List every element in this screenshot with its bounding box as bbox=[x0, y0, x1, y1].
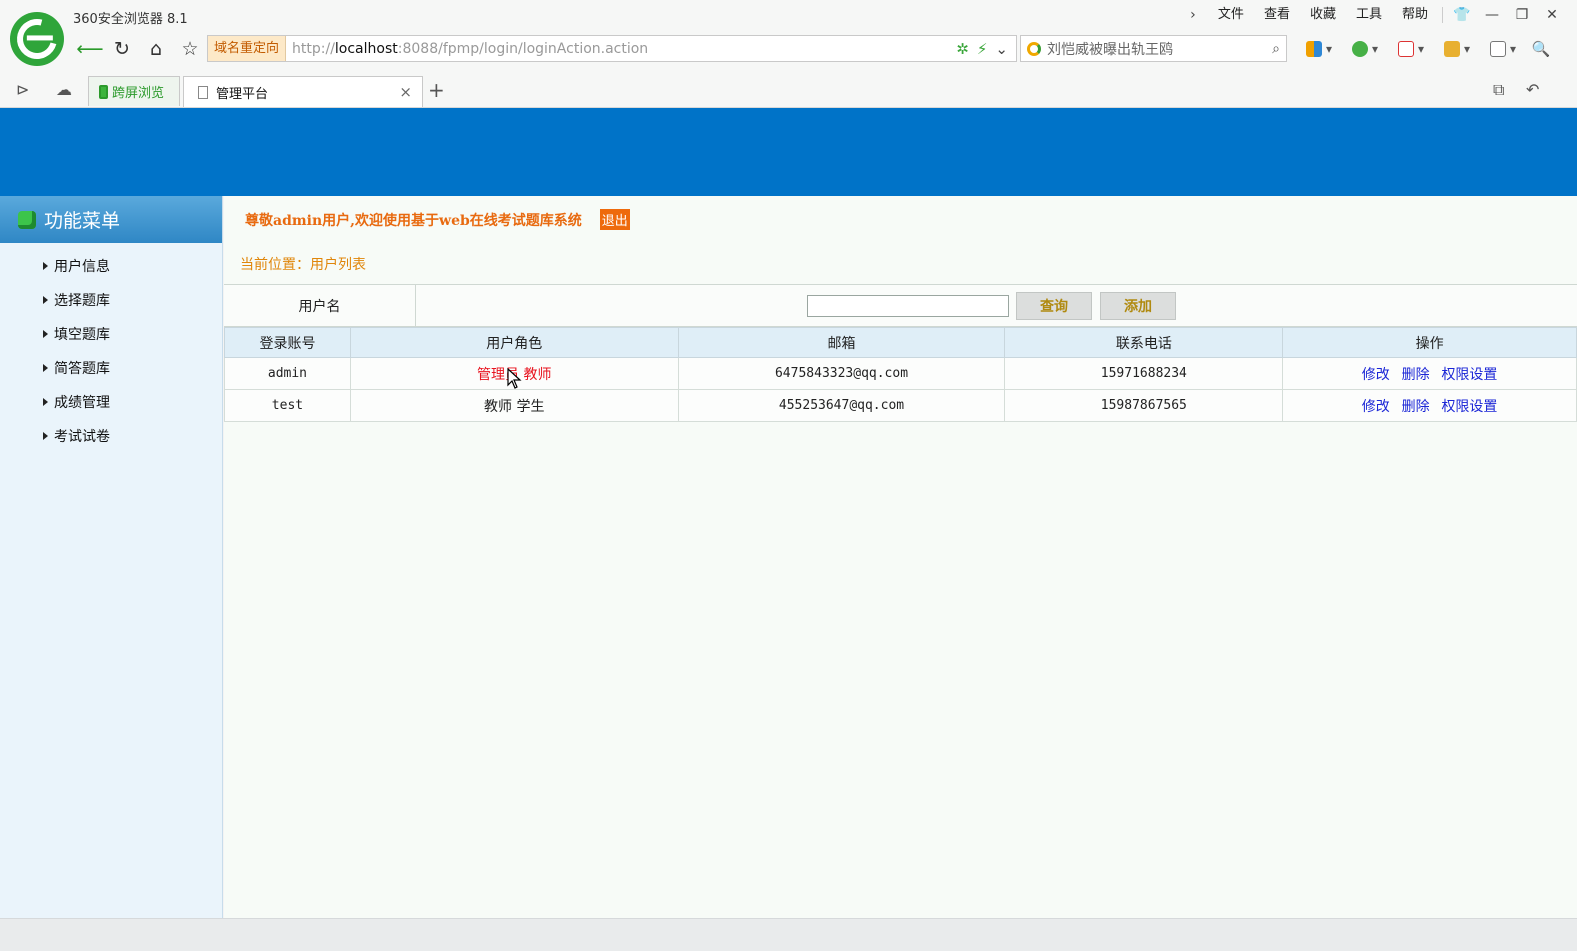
add-user-button[interactable]: 添加 bbox=[1100, 292, 1176, 320]
sidebar-header: 功能菜单 bbox=[0, 196, 222, 243]
menu-view[interactable]: 查看 bbox=[1254, 5, 1300, 25]
username-search-input[interactable] bbox=[807, 295, 1009, 317]
redirect-badge[interactable]: 域名重定向 bbox=[208, 36, 287, 61]
tab-admin-platform[interactable]: 管理平台 × bbox=[183, 76, 423, 107]
triangle-right-icon bbox=[43, 398, 48, 406]
shield-extension-icon[interactable]: ▾ bbox=[1342, 38, 1388, 60]
search-box[interactable]: 刘恺威被曝出轨王鸥 ⌕ bbox=[1020, 35, 1287, 62]
apps-extension-icon[interactable]: ▾ bbox=[1296, 38, 1342, 60]
page-icon bbox=[198, 85, 208, 99]
tab-bar: ⊳ ☁ 跨屏浏览 管理平台 × + ⧉ ↶ bbox=[0, 74, 1577, 107]
cell-account: test bbox=[224, 389, 351, 422]
compat-mode-icon[interactable]: ✲ bbox=[956, 40, 969, 58]
tab-list-icon[interactable]: ⧉ bbox=[1493, 80, 1504, 100]
cell-actions: 修改 删除 权限设置 bbox=[1282, 389, 1577, 422]
cell-account: admin bbox=[224, 357, 351, 390]
username-label: 用户名 bbox=[224, 285, 416, 326]
sidebar-item-user-info[interactable]: 用户信息 bbox=[0, 249, 222, 283]
search-button[interactable]: 查询 bbox=[1016, 292, 1092, 320]
sidebar-toggle-icon[interactable]: ⊳ bbox=[16, 80, 29, 99]
cell-phone: 15987867565 bbox=[1004, 389, 1284, 422]
column-header-role: 用户角色 bbox=[349, 327, 679, 358]
address-bar[interactable]: 域名重定向 http://localhost:8088/fpmp/login/l… bbox=[207, 35, 1017, 62]
sidebar-item-choice-bank[interactable]: 选择题库 bbox=[0, 283, 222, 317]
cell-actions: 修改 删除 权限设置 bbox=[1282, 357, 1577, 390]
sidebar-item-fill-bank[interactable]: 填空题库 bbox=[0, 317, 222, 351]
home-button[interactable]: ⌂ bbox=[142, 36, 170, 62]
refresh-button[interactable]: ↻ bbox=[108, 36, 136, 62]
status-bar bbox=[0, 918, 1577, 951]
triangle-right-icon bbox=[43, 262, 48, 270]
edit-link[interactable]: 修改 bbox=[1362, 399, 1390, 415]
menu-file[interactable]: 文件 bbox=[1208, 5, 1254, 25]
sidebar-item-short-answer-bank[interactable]: 简答题库 bbox=[0, 351, 222, 385]
cube-icon bbox=[18, 210, 36, 229]
screenshot-extension-icon[interactable]: ▾ bbox=[1434, 38, 1480, 60]
triangle-right-icon bbox=[43, 330, 48, 338]
cell-email: 455253647@qq.com bbox=[677, 389, 1006, 422]
main-content: 尊敬admin用户,欢迎使用基于web在线考试题库系统 退出 当前位置：用户列表… bbox=[224, 196, 1577, 918]
logout-button[interactable]: 退出 bbox=[599, 209, 630, 230]
permission-link[interactable]: 权限设置 bbox=[1441, 367, 1497, 383]
restore-button[interactable]: ❐ bbox=[1507, 5, 1537, 25]
table-row: test 教师 学生 455253647@qq.com 15987867565 … bbox=[224, 389, 1577, 422]
triangle-right-icon bbox=[43, 432, 48, 440]
game-extension-icon[interactable]: ▾ bbox=[1480, 38, 1526, 60]
favorite-star-icon[interactable]: ☆ bbox=[176, 36, 204, 62]
new-tab-button[interactable]: + bbox=[428, 78, 445, 102]
column-header-account: 登录账号 bbox=[224, 327, 351, 358]
cloud-icon[interactable]: ☁ bbox=[56, 80, 72, 99]
cell-phone: 15971688234 bbox=[1004, 357, 1284, 390]
zoom-icon[interactable]: 🔍 bbox=[1526, 38, 1556, 60]
close-window-button[interactable]: ✕ bbox=[1537, 5, 1567, 25]
pdf-extension-icon[interactable]: ▾ bbox=[1388, 38, 1434, 60]
search-icon[interactable]: ⌕ bbox=[1272, 41, 1280, 57]
url-text[interactable]: http://localhost:8088/fpmp/login/loginAc… bbox=[286, 41, 956, 57]
browser-chrome: 360安全浏览器 8.1 › 文件 查看 收藏 工具 帮助 👕 — ❐ ✕ ⟵ … bbox=[0, 0, 1577, 108]
welcome-message: 尊敬admin用户,欢迎使用基于web在线考试题库系统 退出 bbox=[245, 209, 630, 230]
user-table: 登录账号 用户角色 邮箱 联系电话 操作 admin 管理员 教师 647584… bbox=[224, 327, 1577, 422]
phone-icon bbox=[99, 84, 108, 99]
cell-email: 6475843323@qq.com bbox=[677, 357, 1006, 390]
delete-link[interactable]: 删除 bbox=[1402, 367, 1430, 383]
minimize-button[interactable]: — bbox=[1477, 5, 1507, 25]
menu-tools[interactable]: 工具 bbox=[1346, 5, 1392, 25]
triangle-right-icon bbox=[43, 296, 48, 304]
search-input[interactable]: 刘恺威被曝出轨王鸥 bbox=[1047, 39, 1272, 59]
sidebar: 功能菜单 用户信息 选择题库 填空题库 简答题库 成绩管理 考试试卷 bbox=[0, 196, 223, 918]
table-row: admin 管理员 教师 6475843323@qq.com 159716882… bbox=[224, 357, 1577, 390]
close-tab-icon[interactable]: × bbox=[399, 83, 412, 101]
chevron-right-icon[interactable]: › bbox=[1178, 5, 1208, 25]
extension-toolbar: ▾ ▾ ▾ ▾ ▾ 🔍 bbox=[1296, 38, 1556, 60]
menu-help[interactable]: 帮助 bbox=[1392, 5, 1438, 25]
speed-mode-icon[interactable]: ⚡ bbox=[977, 40, 988, 58]
column-header-email: 邮箱 bbox=[677, 327, 1006, 358]
window-title: 360安全浏览器 8.1 bbox=[73, 12, 188, 27]
sidebar-menu: 用户信息 选择题库 填空题库 简答题库 成绩管理 考试试卷 bbox=[0, 243, 222, 453]
sidebar-item-exam-papers[interactable]: 考试试卷 bbox=[0, 419, 222, 453]
menu-bar: › 文件 查看 收藏 工具 帮助 👕 — ❐ ✕ bbox=[1178, 4, 1567, 26]
header-banner bbox=[0, 108, 1577, 196]
delete-link[interactable]: 删除 bbox=[1402, 399, 1430, 415]
column-header-phone: 联系电话 bbox=[1004, 327, 1284, 358]
menu-favorites[interactable]: 收藏 bbox=[1300, 5, 1346, 25]
sidebar-item-score-management[interactable]: 成绩管理 bbox=[0, 385, 222, 419]
skin-icon[interactable]: 👕 bbox=[1447, 5, 1477, 25]
chevron-down-icon[interactable]: ⌄ bbox=[995, 40, 1008, 58]
search-engine-icon[interactable] bbox=[1027, 41, 1041, 56]
divider bbox=[1442, 7, 1443, 23]
breadcrumb: 当前位置：用户列表 bbox=[240, 257, 366, 273]
sidebar-title: 功能菜单 bbox=[44, 210, 121, 232]
undo-close-icon[interactable]: ↶ bbox=[1526, 80, 1539, 99]
permission-link[interactable]: 权限设置 bbox=[1441, 399, 1497, 415]
triangle-right-icon bbox=[43, 364, 48, 372]
table-header-row: 登录账号 用户角色 邮箱 联系电话 操作 bbox=[224, 327, 1577, 358]
edit-link[interactable]: 修改 bbox=[1362, 367, 1390, 383]
query-bar: 用户名 查询 添加 bbox=[224, 284, 1577, 327]
cell-role: 教师 学生 bbox=[349, 389, 679, 422]
back-button[interactable]: ⟵ bbox=[76, 36, 104, 62]
column-header-actions: 操作 bbox=[1282, 327, 1577, 358]
browser-logo-icon bbox=[9, 11, 65, 67]
tab-cross-screen[interactable]: 跨屏浏览 bbox=[88, 76, 180, 106]
